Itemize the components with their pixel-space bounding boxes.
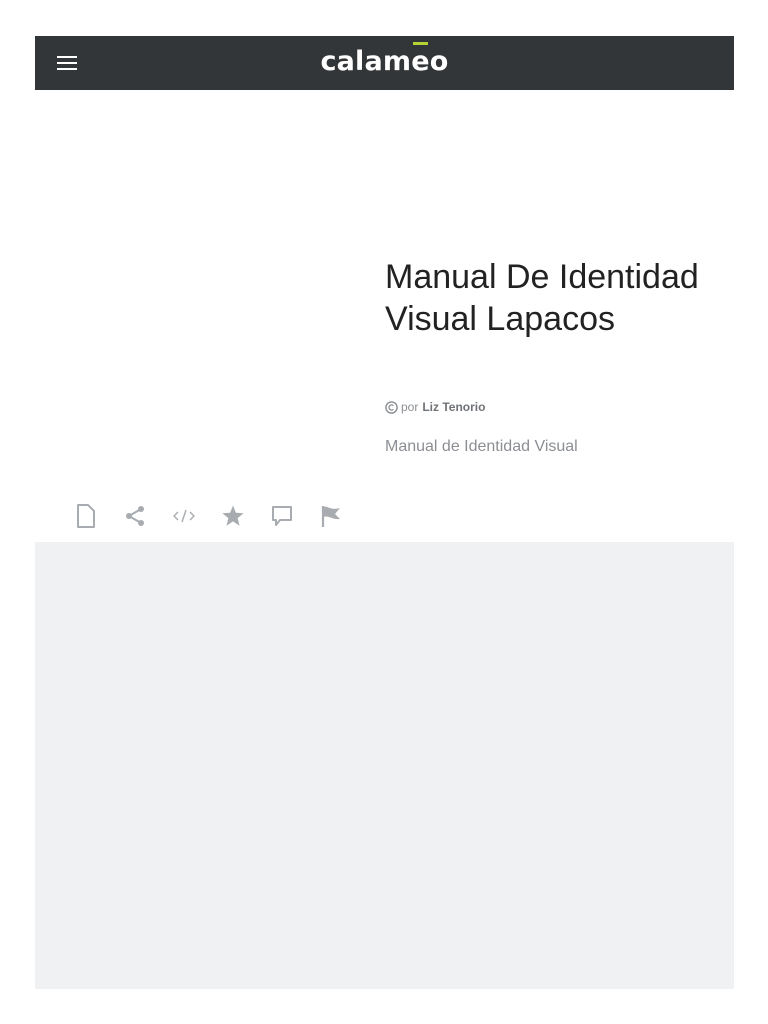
report-button[interactable] (315, 500, 347, 532)
embed-icon (173, 509, 195, 523)
document-info-button[interactable] (70, 500, 102, 532)
document-description: Manual de Identidad Visual (385, 438, 578, 455)
copyright-icon (385, 400, 398, 414)
comment-button[interactable] (266, 500, 298, 532)
brand-logo-text: calam (320, 45, 412, 77)
brand-logo-link[interactable]: calameo (320, 41, 449, 77)
comment-icon (272, 506, 292, 526)
brand-logo: calameo (35, 36, 734, 90)
document-viewer[interactable] (35, 542, 734, 989)
flag-icon (321, 506, 340, 527)
document-icon (77, 504, 95, 528)
hamburger-icon (57, 56, 77, 70)
share-button[interactable] (119, 500, 151, 532)
brand-logo-accent-letter: e (411, 41, 430, 77)
document-actions-toolbar (70, 500, 364, 532)
embed-button[interactable] (168, 500, 200, 532)
author-link[interactable]: Liz Tenorio (422, 400, 485, 414)
brand-logo-tail: o (429, 45, 449, 77)
favorite-button[interactable] (217, 500, 249, 532)
star-icon (222, 505, 244, 526)
document-title: Manual De Identidad Visual Lapacos (385, 258, 699, 338)
share-icon (126, 506, 144, 526)
byline-prefix: por (401, 400, 419, 414)
document-byline: por Liz Tenorio (385, 400, 485, 414)
hamburger-menu-button[interactable] (53, 50, 81, 76)
top-bar: calameo (35, 36, 734, 90)
